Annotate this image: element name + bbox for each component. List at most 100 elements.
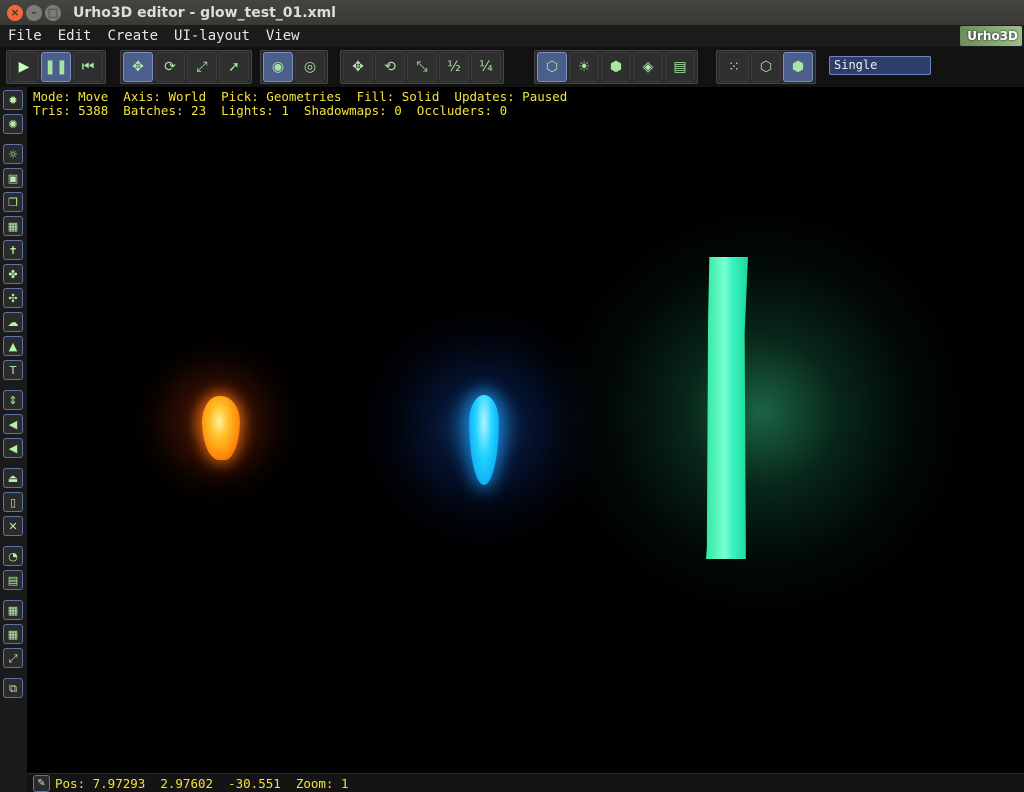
pick-geometries-button[interactable]: ⬡ xyxy=(537,52,567,82)
sound-source-icon: ◀ xyxy=(8,417,18,431)
create-static-model-button[interactable]: ▦ xyxy=(3,216,23,236)
pick-ui-button[interactable]: ▤ xyxy=(665,52,695,82)
main-toolbar: ▶ ❚❚ ⏮ ✥ ⟳ ⤢ ➚ ◉ ◎ ✥ ⟲ ⤡ ½ ¼ ⬡ ☀ ⬢ ◈ ▤ ⁙… xyxy=(0,47,1024,87)
snap-scale-icon: ⤡ xyxy=(416,59,428,75)
create-network-priority-button[interactable]: ⧉ xyxy=(3,678,23,698)
create-skybox-button[interactable]: ☁ xyxy=(3,312,23,332)
menu-create[interactable]: Create xyxy=(99,28,166,44)
playback-group: ▶ ❚❚ ⏮ xyxy=(6,50,106,84)
viewport-stats: Mode: Move Axis: World Pick: Geometries … xyxy=(33,90,567,118)
maximize-icon: □ xyxy=(47,6,59,19)
navigation-mesh-icon: ▦ xyxy=(7,627,19,641)
create-text3d-button[interactable]: T xyxy=(3,360,23,380)
script-icon: ▤ xyxy=(7,573,19,587)
move-mode-button[interactable]: ✥ xyxy=(123,52,153,82)
snap-scale-button[interactable]: ⤡ xyxy=(407,52,437,82)
snap-move-icon: ✥ xyxy=(352,59,364,75)
fill-mode-group: ⁙ ⬡ ⬢ xyxy=(716,50,816,84)
camera-icon: ▣ xyxy=(7,171,19,185)
pick-mode-group: ⬡ ☀ ⬢ ◈ ▤ xyxy=(534,50,698,84)
snap-move-button[interactable]: ✥ xyxy=(343,52,373,82)
fill-wireframe-button[interactable]: ⬡ xyxy=(751,52,781,82)
static-model-icon: ▦ xyxy=(7,219,19,233)
minimize-icon: – xyxy=(31,6,37,19)
wireframe-icon: ⬡ xyxy=(759,59,773,75)
create-zone-button[interactable]: ❐ xyxy=(3,192,23,212)
pick-rigidbodies-button[interactable]: ◈ xyxy=(633,52,663,82)
zone-icon: ⬢ xyxy=(609,59,623,75)
create-light-button[interactable]: ☼ xyxy=(3,144,23,164)
urho3d-logo: Urho3D xyxy=(960,26,1022,46)
snap-quarter-button[interactable]: ¼ xyxy=(471,52,501,82)
revert-button[interactable]: ⏮ xyxy=(73,52,103,82)
orange-fire-object[interactable] xyxy=(202,396,240,460)
constraint-icon: ✕ xyxy=(8,519,18,533)
create-terrain-button[interactable]: ▲ xyxy=(3,336,23,356)
local-node-icon: ✺ xyxy=(8,117,18,131)
snap-half-button[interactable]: ½ xyxy=(439,52,469,82)
menu-ui-layout[interactable]: UI-layout xyxy=(166,28,258,44)
create-particle-emitter-button[interactable]: ✣ xyxy=(3,288,23,308)
create-local-node-button[interactable]: ✺ xyxy=(3,114,23,134)
quarter-icon: ¼ xyxy=(479,59,493,75)
play-button[interactable]: ▶ xyxy=(9,52,39,82)
billboard-icon: ✤ xyxy=(8,267,18,281)
create-rigidbody-button[interactable]: ▯ xyxy=(3,492,23,512)
ui-element-icon: ▤ xyxy=(673,59,687,75)
create-billboard-set-button[interactable]: ✤ xyxy=(3,264,23,284)
maximize-window-button[interactable]: □ xyxy=(45,4,61,21)
close-window-button[interactable]: × xyxy=(7,4,23,21)
title-bar: × – □ Urho3D editor - glow_test_01.xml xyxy=(0,0,1024,25)
sound-listener-icon: ⇕ xyxy=(8,393,18,407)
zone-icon: ❐ xyxy=(8,195,18,209)
create-node-button[interactable]: ✹ xyxy=(3,90,23,110)
create-offmesh-connection-button[interactable]: ⤢ xyxy=(3,648,23,668)
half-icon: ½ xyxy=(447,59,461,75)
create-script-instance-button[interactable]: ▤ xyxy=(3,570,23,590)
animation-controller-icon: ◔ xyxy=(8,549,18,563)
minimize-window-button[interactable]: – xyxy=(26,4,42,21)
pause-button[interactable]: ❚❚ xyxy=(41,52,71,82)
scale-mode-button[interactable]: ⤢ xyxy=(187,52,217,82)
rewind-icon: ⏮ xyxy=(81,59,95,75)
light-icon: ☀ xyxy=(577,59,591,75)
menu-file[interactable]: File xyxy=(0,28,50,44)
window-title: Urho3D editor - glow_test_01.xml xyxy=(73,4,336,21)
scene-viewport[interactable]: Mode: Move Axis: World Pick: Geometries … xyxy=(27,87,1024,773)
green-bar-object[interactable] xyxy=(706,257,748,559)
pick-lights-button[interactable]: ☀ xyxy=(569,52,599,82)
create-camera-button[interactable]: ▣ xyxy=(3,168,23,188)
menu-view[interactable]: View xyxy=(258,28,308,44)
create-constraint-button[interactable]: ✕ xyxy=(3,516,23,536)
pick-zones-button[interactable]: ⬢ xyxy=(601,52,631,82)
close-icon: × xyxy=(10,6,20,19)
particle-icon: ✣ xyxy=(8,291,18,305)
fill-point-button[interactable]: ⁙ xyxy=(719,52,749,82)
axis-local-button[interactable]: ◎ xyxy=(295,52,325,82)
edit-mode-group: ✥ ⟳ ⤢ ➚ xyxy=(120,50,252,84)
create-navigable-button[interactable]: ▦ xyxy=(3,600,23,620)
scale-icon: ⤢ xyxy=(196,59,208,75)
create-sound-listener-button[interactable]: ⇕ xyxy=(3,390,23,410)
snap-rotate-button[interactable]: ⟲ xyxy=(375,52,405,82)
create-animation-controller-button[interactable]: ◔ xyxy=(3,546,23,566)
create-navigation-mesh-button[interactable]: ▦ xyxy=(3,624,23,644)
green-glow xyxy=(547,197,977,627)
navigable-icon: ▦ xyxy=(7,603,19,617)
pause-icon: ❚❚ xyxy=(44,59,68,75)
menu-edit[interactable]: Edit xyxy=(50,28,100,44)
rotate-mode-button[interactable]: ⟳ xyxy=(155,52,185,82)
rigidbody-icon: ◈ xyxy=(642,59,654,75)
fill-solid-button[interactable]: ⬢ xyxy=(783,52,813,82)
viewport-layout-select[interactable]: Single xyxy=(829,56,931,75)
create-collision-shape-button[interactable]: ⏏ xyxy=(3,468,23,488)
create-animated-model-button[interactable]: ✝ xyxy=(3,240,23,260)
camera-settings-button[interactable]: ✎ xyxy=(33,774,50,792)
select-mode-button[interactable]: ➚ xyxy=(219,52,249,82)
snap-group: ✥ ⟲ ⤡ ½ ¼ xyxy=(340,50,504,84)
stats-mode-line: Mode: Move Axis: World Pick: Geometries … xyxy=(33,89,568,104)
axis-world-button[interactable]: ◉ xyxy=(263,52,293,82)
create-sound-source-3d-button[interactable]: ◀ xyxy=(3,438,23,458)
axis-group: ◉ ◎ xyxy=(260,50,328,84)
create-sound-source-button[interactable]: ◀ xyxy=(3,414,23,434)
